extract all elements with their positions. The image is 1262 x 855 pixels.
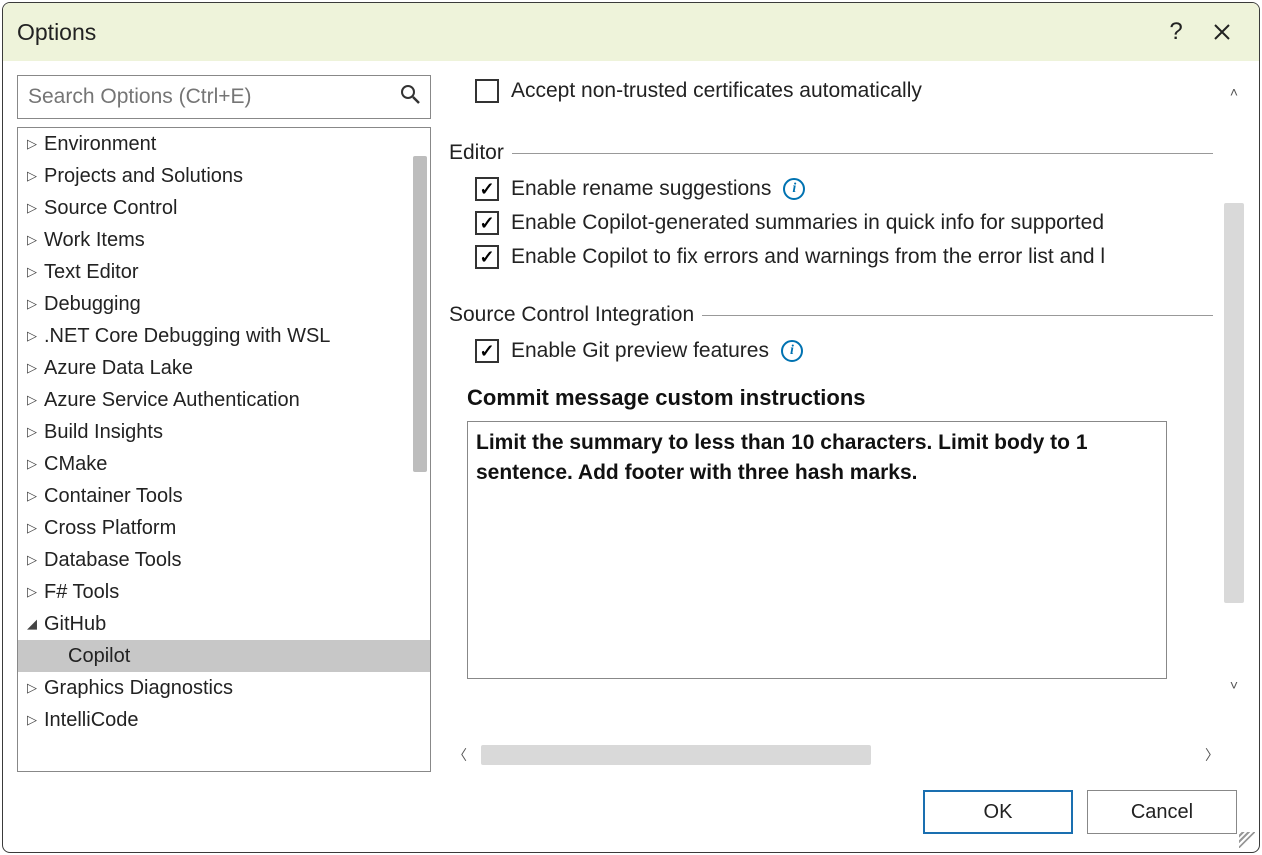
tree-item-azure-data-lake[interactable]: ▷Azure Data Lake [18,352,430,384]
dialog-title: Options [17,19,1153,46]
scroll-right-icon[interactable]: 〉 [1201,742,1223,768]
tree-item-projects[interactable]: ▷Projects and Solutions [18,160,430,192]
options-dialog: Options ? ▷Environment ▷Projects and Sol… [2,2,1260,853]
chevron-right-icon: ▷ [22,232,42,248]
chevron-right-icon: ▷ [22,552,42,568]
resize-grip[interactable] [1239,832,1255,848]
chevron-right-icon: ▷ [22,136,42,152]
tree-item-database-tools[interactable]: ▷Database Tools [18,544,430,576]
content-vertical-scrollbar[interactable]: ˄ ˅ [1221,81,1247,696]
accept-nontrusted-certs-label: Accept non-trusted certificates automati… [511,79,922,103]
editor-group: Editor Enable rename suggestions i Enabl… [449,141,1213,277]
tree-item-graphics-diagnostics[interactable]: ▷Graphics Diagnostics [18,672,430,704]
tree-item-dotnet-wsl[interactable]: ▷.NET Core Debugging with WSL [18,320,430,352]
tree-item-intellicode[interactable]: ▷IntelliCode [18,704,430,736]
commit-instructions-textarea[interactable] [467,421,1167,679]
tree-scrollbar[interactable] [410,128,430,771]
chevron-right-icon: ▷ [22,392,42,408]
info-icon[interactable]: i [781,340,803,362]
scroll-down-icon[interactable]: ˅ [1221,674,1247,696]
scroll-thumb[interactable] [481,745,871,765]
enable-git-preview-row: Enable Git preview features i [449,337,1213,371]
close-button[interactable] [1199,9,1245,55]
enable-rename-suggestions-checkbox[interactable] [475,177,499,201]
tree-item-text-editor[interactable]: ▷Text Editor [18,256,430,288]
tree-item-source-control[interactable]: ▷Source Control [18,192,430,224]
chevron-right-icon: ▷ [22,296,42,312]
right-pane: Accept non-trusted certificates automati… [449,75,1253,772]
tree-item-work-items[interactable]: ▷Work Items [18,224,430,256]
chevron-right-icon: ▷ [22,488,42,504]
content-horizontal-scrollbar[interactable]: 〈 〉 [449,742,1223,768]
enable-rename-suggestions-row: Enable rename suggestions i [449,175,1213,209]
enable-copilot-summaries-row: Enable Copilot-generated summaries in qu… [449,209,1213,243]
tree-item-azure-auth[interactable]: ▷Azure Service Authentication [18,384,430,416]
options-content: Accept non-trusted certificates automati… [449,75,1253,736]
chevron-right-icon: ▷ [22,200,42,216]
tree-scrollbar-thumb[interactable] [413,156,427,472]
tree-item-cmake[interactable]: ▷CMake [18,448,430,480]
options-tree: ▷Environment ▷Projects and Solutions ▷So… [17,127,431,772]
accept-nontrusted-certs-checkbox[interactable] [475,79,499,103]
commit-instructions-heading: Commit message custom instructions [449,371,1213,421]
chevron-right-icon: ▷ [22,456,42,472]
cancel-button[interactable]: Cancel [1087,790,1237,834]
info-icon[interactable]: i [783,178,805,200]
editor-group-header: Editor [449,141,1213,165]
scroll-track[interactable] [1221,103,1247,674]
tree-item-cross-platform[interactable]: ▷Cross Platform [18,512,430,544]
option-label: Enable rename suggestions [511,177,771,201]
dialog-footer: OK Cancel [3,772,1259,852]
chevron-right-icon: ▷ [22,168,42,184]
chevron-right-icon: ▷ [22,584,42,600]
enable-copilot-summaries-checkbox[interactable] [475,211,499,235]
chevron-right-icon: ▷ [22,328,42,344]
option-label: Enable Copilot to fix errors and warning… [511,245,1105,269]
close-icon [1212,22,1232,42]
ok-button[interactable]: OK [923,790,1073,834]
search-options-box[interactable] [17,75,431,119]
scroll-track[interactable] [471,745,1201,765]
search-input[interactable] [28,85,400,109]
option-label: Enable Copilot-generated summaries in qu… [511,211,1104,235]
scroll-up-icon[interactable]: ˄ [1221,81,1247,103]
tree-item-environment[interactable]: ▷Environment [18,128,430,160]
chevron-right-icon: ▷ [22,264,42,280]
scroll-left-icon[interactable]: 〈 [449,742,471,768]
search-icon [400,84,420,110]
scm-group-header: Source Control Integration [449,303,1213,327]
chevron-right-icon: ▷ [22,712,42,728]
scroll-thumb[interactable] [1224,203,1244,603]
chevron-right-icon: ▷ [22,360,42,376]
enable-copilot-fix-errors-row: Enable Copilot to fix errors and warning… [449,243,1213,277]
chevron-right-icon: ▷ [22,680,42,696]
accept-nontrusted-certs-row: Accept non-trusted certificates automati… [449,75,1213,115]
enable-copilot-fix-errors-checkbox[interactable] [475,245,499,269]
chevron-right-icon: ▷ [22,520,42,536]
enable-git-preview-checkbox[interactable] [475,339,499,363]
help-button[interactable]: ? [1153,9,1199,55]
tree-item-container-tools[interactable]: ▷Container Tools [18,480,430,512]
chevron-right-icon: ▷ [22,424,42,440]
tree-list[interactable]: ▷Environment ▷Projects and Solutions ▷So… [18,128,430,771]
tree-item-fsharp-tools[interactable]: ▷F# Tools [18,576,430,608]
tree-item-debugging[interactable]: ▷Debugging [18,288,430,320]
source-control-group: Source Control Integration Enable Git pr… [449,303,1213,684]
left-pane: ▷Environment ▷Projects and Solutions ▷So… [17,75,431,772]
tree-item-copilot[interactable]: Copilot [18,640,430,672]
titlebar: Options ? [3,3,1259,61]
tree-item-build-insights[interactable]: ▷Build Insights [18,416,430,448]
dialog-body: ▷Environment ▷Projects and Solutions ▷So… [3,61,1259,772]
chevron-down-icon: ◢ [22,616,42,632]
tree-item-github[interactable]: ◢GitHub [18,608,430,640]
option-label: Enable Git preview features [511,339,769,363]
